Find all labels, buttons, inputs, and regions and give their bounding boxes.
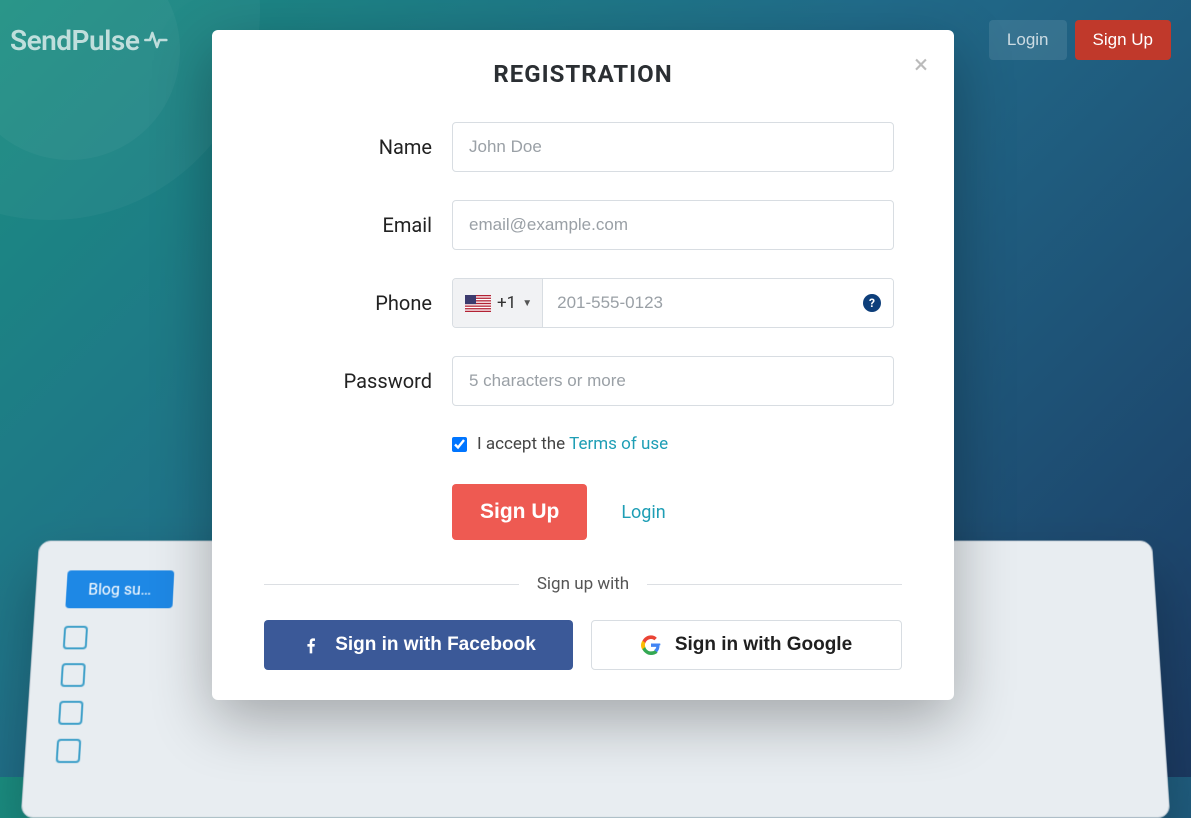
pulse-icon <box>143 26 171 54</box>
brand-name: SendPulse <box>10 24 139 57</box>
terms-text: I accept the <box>477 434 565 454</box>
brand-logo: SendPulse <box>10 24 171 57</box>
signup-button[interactable]: Sign Up <box>452 484 587 540</box>
social-row: Sign in with Facebook Sign in with Googl… <box>212 620 954 670</box>
close-icon[interactable]: × <box>914 52 928 78</box>
modal-title: REGISTRATION <box>212 60 954 88</box>
country-code-selector[interactable]: +1 ▼ <box>453 279 543 327</box>
google-signin-button[interactable]: Sign in with Google <box>591 620 902 670</box>
name-input[interactable] <box>452 122 894 172</box>
header-signup-button[interactable]: Sign Up <box>1075 20 1171 60</box>
email-row: Email <box>212 200 954 250</box>
social-divider: Sign up with <box>212 574 954 594</box>
terms-row: I accept the Terms of use <box>212 434 954 454</box>
action-row: Sign Up Login <box>212 484 954 540</box>
terms-checkbox[interactable] <box>452 437 467 452</box>
header-login-button[interactable]: Login <box>989 20 1067 60</box>
password-row: Password <box>212 356 954 406</box>
registration-modal: × REGISTRATION Name Email Phone + <box>212 30 954 700</box>
email-input[interactable] <box>452 200 894 250</box>
terms-link[interactable]: Terms of use <box>569 434 668 454</box>
social-divider-text: Sign up with <box>519 574 647 594</box>
phone-input[interactable] <box>543 279 893 327</box>
name-row: Name <box>212 122 954 172</box>
google-icon <box>641 635 661 655</box>
phone-row: Phone +1 ▼ ? <box>212 278 954 328</box>
us-flag-icon <box>465 295 491 312</box>
chevron-down-icon: ▼ <box>522 298 532 309</box>
password-input[interactable] <box>452 356 894 406</box>
password-label: Password <box>212 369 452 393</box>
phone-label: Phone <box>212 291 452 315</box>
facebook-icon <box>301 635 321 655</box>
phone-prefix-text: +1 <box>497 293 516 313</box>
email-label: Email <box>212 213 452 237</box>
bg-badge: Blog su… <box>65 570 174 608</box>
phone-help-icon[interactable]: ? <box>863 294 881 312</box>
facebook-signin-button[interactable]: Sign in with Facebook <box>264 620 573 670</box>
facebook-button-label: Sign in with Facebook <box>335 634 536 656</box>
google-button-label: Sign in with Google <box>675 634 852 656</box>
name-label: Name <box>212 135 452 159</box>
login-link[interactable]: Login <box>621 502 665 523</box>
